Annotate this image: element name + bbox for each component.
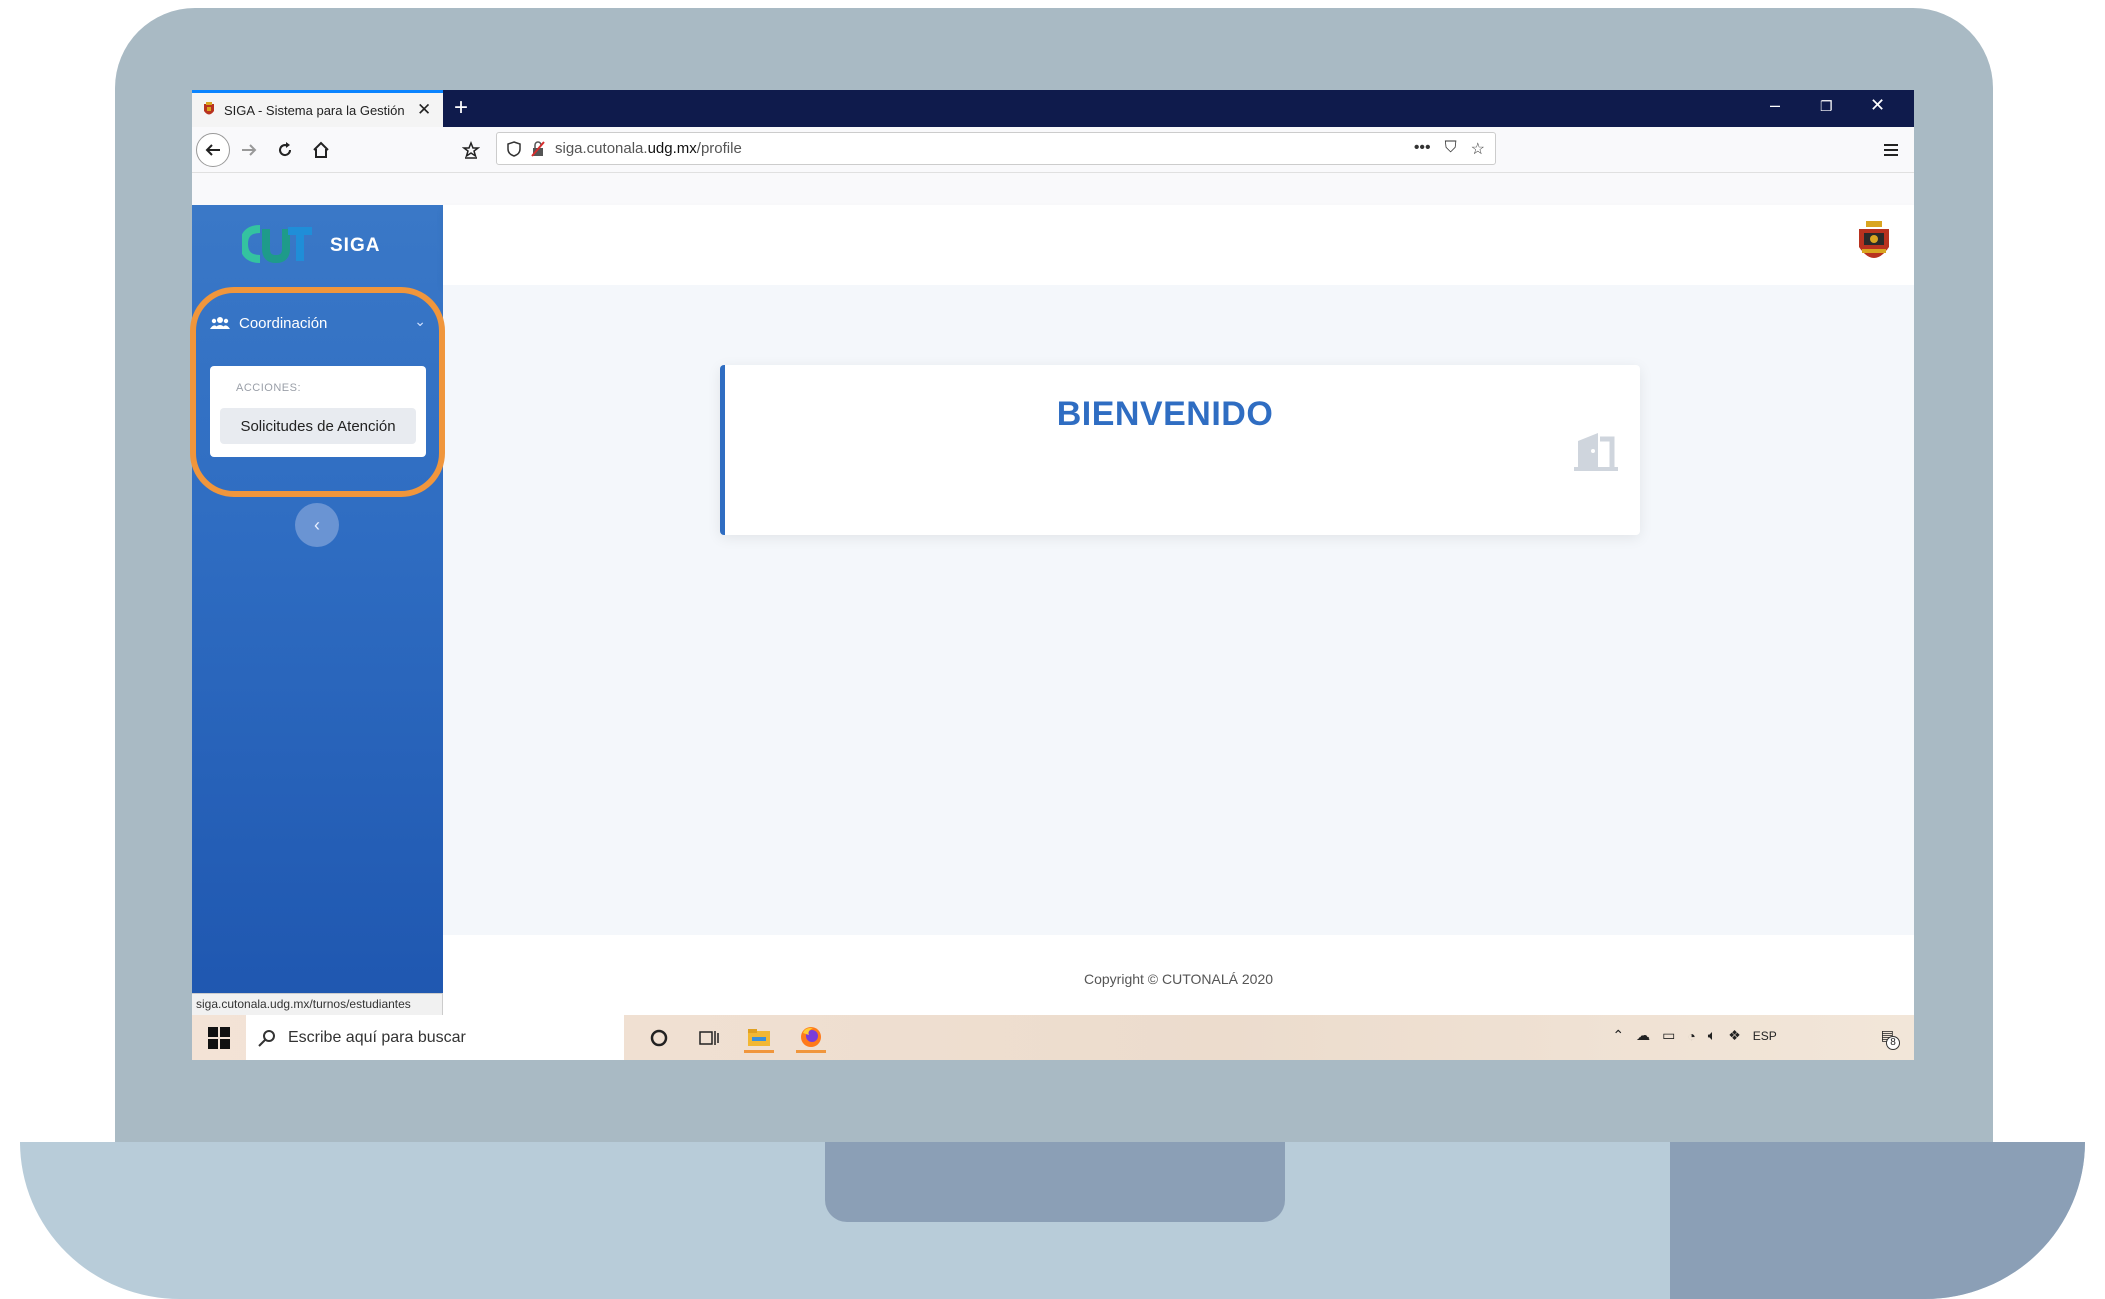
windows-start-icon[interactable] xyxy=(208,1027,230,1049)
notification-count-badge: 8 xyxy=(1886,1036,1900,1050)
star-icon[interactable]: ☆ xyxy=(1471,139,1485,159)
cut-logo-icon xyxy=(242,225,312,263)
udg-crest-icon xyxy=(204,102,214,115)
highlight-ring xyxy=(190,287,445,497)
battery-icon[interactable]: ▭ xyxy=(1662,1027,1675,1044)
home-icon xyxy=(313,141,329,158)
browser-navbar: siga.cutonala.udg.mx/profile ••• ⛉ ☆ xyxy=(192,127,1914,173)
link-status-bar: siga.cutonala.udg.mx/turnos/estudiantes xyxy=(192,993,443,1015)
onedrive-icon[interactable]: ☁ xyxy=(1636,1027,1650,1044)
restore-icon[interactable]: ❐ xyxy=(1820,98,1833,115)
dropbox-icon[interactable]: ❖ xyxy=(1728,1027,1741,1044)
firefox-icon[interactable] xyxy=(796,1023,826,1053)
search-icon xyxy=(258,1029,275,1047)
shield-icon xyxy=(507,140,521,157)
browser-tabbar: SIGA - Sistema para la Gestión ✕ + – ❐ ✕ xyxy=(192,90,1914,127)
url-text: siga.cutonala.udg.mx/profile xyxy=(555,140,742,157)
reload-icon xyxy=(279,142,292,157)
volume-icon[interactable]: 🔈︎ xyxy=(1708,1027,1716,1044)
system-tray: ⌃ ☁ ▭ ◔ 🔈︎ ❖ ESP ▤ 8 xyxy=(1612,1027,1900,1050)
laptop-base xyxy=(20,1142,2085,1299)
menu-button[interactable] xyxy=(1874,133,1908,167)
windows-taskbar: Escribe aquí para buscar ⌃ ☁ ▭ ◔ 🔈︎ ❖ ES… xyxy=(192,1015,1914,1060)
sidebar-collapse-button[interactable]: ‹ xyxy=(295,503,339,547)
browser-tab[interactable]: SIGA - Sistema para la Gestión ✕ xyxy=(192,90,443,127)
footer: Copyright © CUTONALÁ 2020 xyxy=(443,935,1914,1005)
udg-crest-icon[interactable] xyxy=(1856,221,1892,267)
file-explorer-icon[interactable] xyxy=(744,1023,774,1053)
laptop-touchpad-notch xyxy=(825,1142,1285,1222)
notification-center-icon[interactable]: ▤ 8 xyxy=(1881,1027,1900,1050)
insecure-lock-icon xyxy=(531,140,545,157)
tray-expand-icon[interactable]: ⌃ xyxy=(1612,1027,1624,1044)
bookmarks-button[interactable] xyxy=(454,133,488,167)
app-topbar xyxy=(443,205,1914,285)
search-placeholder: Escribe aquí para buscar xyxy=(288,1028,466,1046)
arrow-right-icon xyxy=(242,144,257,156)
more-actions-icon[interactable]: ••• xyxy=(1414,139,1431,159)
address-bar[interactable]: siga.cutonala.udg.mx/profile ••• ⛉ ☆ xyxy=(496,132,1496,165)
tab-title: SIGA - Sistema para la Gestión xyxy=(224,102,405,118)
forward-button[interactable] xyxy=(232,133,266,167)
language-indicator[interactable]: ESP xyxy=(1753,1029,1777,1043)
task-view-icon[interactable] xyxy=(694,1023,724,1053)
pocket-icon[interactable]: ⛉ xyxy=(1445,139,1457,159)
close-window-icon[interactable]: ✕ xyxy=(1870,95,1885,116)
main-content: BIENVENIDO xyxy=(443,285,1914,935)
home-button[interactable] xyxy=(304,133,338,167)
laptop-mockup: SIGA - Sistema para la Gestión ✕ + – ❐ ✕ xyxy=(0,0,2105,1299)
door-exit-icon xyxy=(1574,433,1618,471)
cortana-icon[interactable] xyxy=(644,1023,674,1053)
copyright-text: Copyright © CUTONALÁ 2020 xyxy=(1083,971,1274,987)
laptop-base-shade xyxy=(1670,1142,2085,1299)
minimize-icon[interactable]: – xyxy=(1770,95,1780,116)
chevron-left-icon: ‹ xyxy=(314,514,320,535)
hamburger-menu-icon xyxy=(1884,144,1898,156)
new-tab-button[interactable]: + xyxy=(454,94,468,122)
welcome-title: BIENVENIDO xyxy=(1056,395,1274,433)
browser-toolbar-spacer xyxy=(192,173,1914,205)
close-tab-icon[interactable]: ✕ xyxy=(417,100,431,120)
arrow-left-icon xyxy=(205,144,220,156)
screen: SIGA - Sistema para la Gestión ✕ + – ❐ ✕ xyxy=(192,90,1914,1060)
brand-title: SIGA xyxy=(330,235,381,256)
taskbar-search-box[interactable]: Escribe aquí para buscar xyxy=(246,1015,624,1060)
bookmark-star-icon xyxy=(462,141,480,159)
back-button[interactable] xyxy=(196,133,230,167)
wifi-icon[interactable]: ◔ xyxy=(1687,1028,1695,1044)
welcome-card: BIENVENIDO xyxy=(720,365,1640,535)
reload-button[interactable] xyxy=(268,133,302,167)
